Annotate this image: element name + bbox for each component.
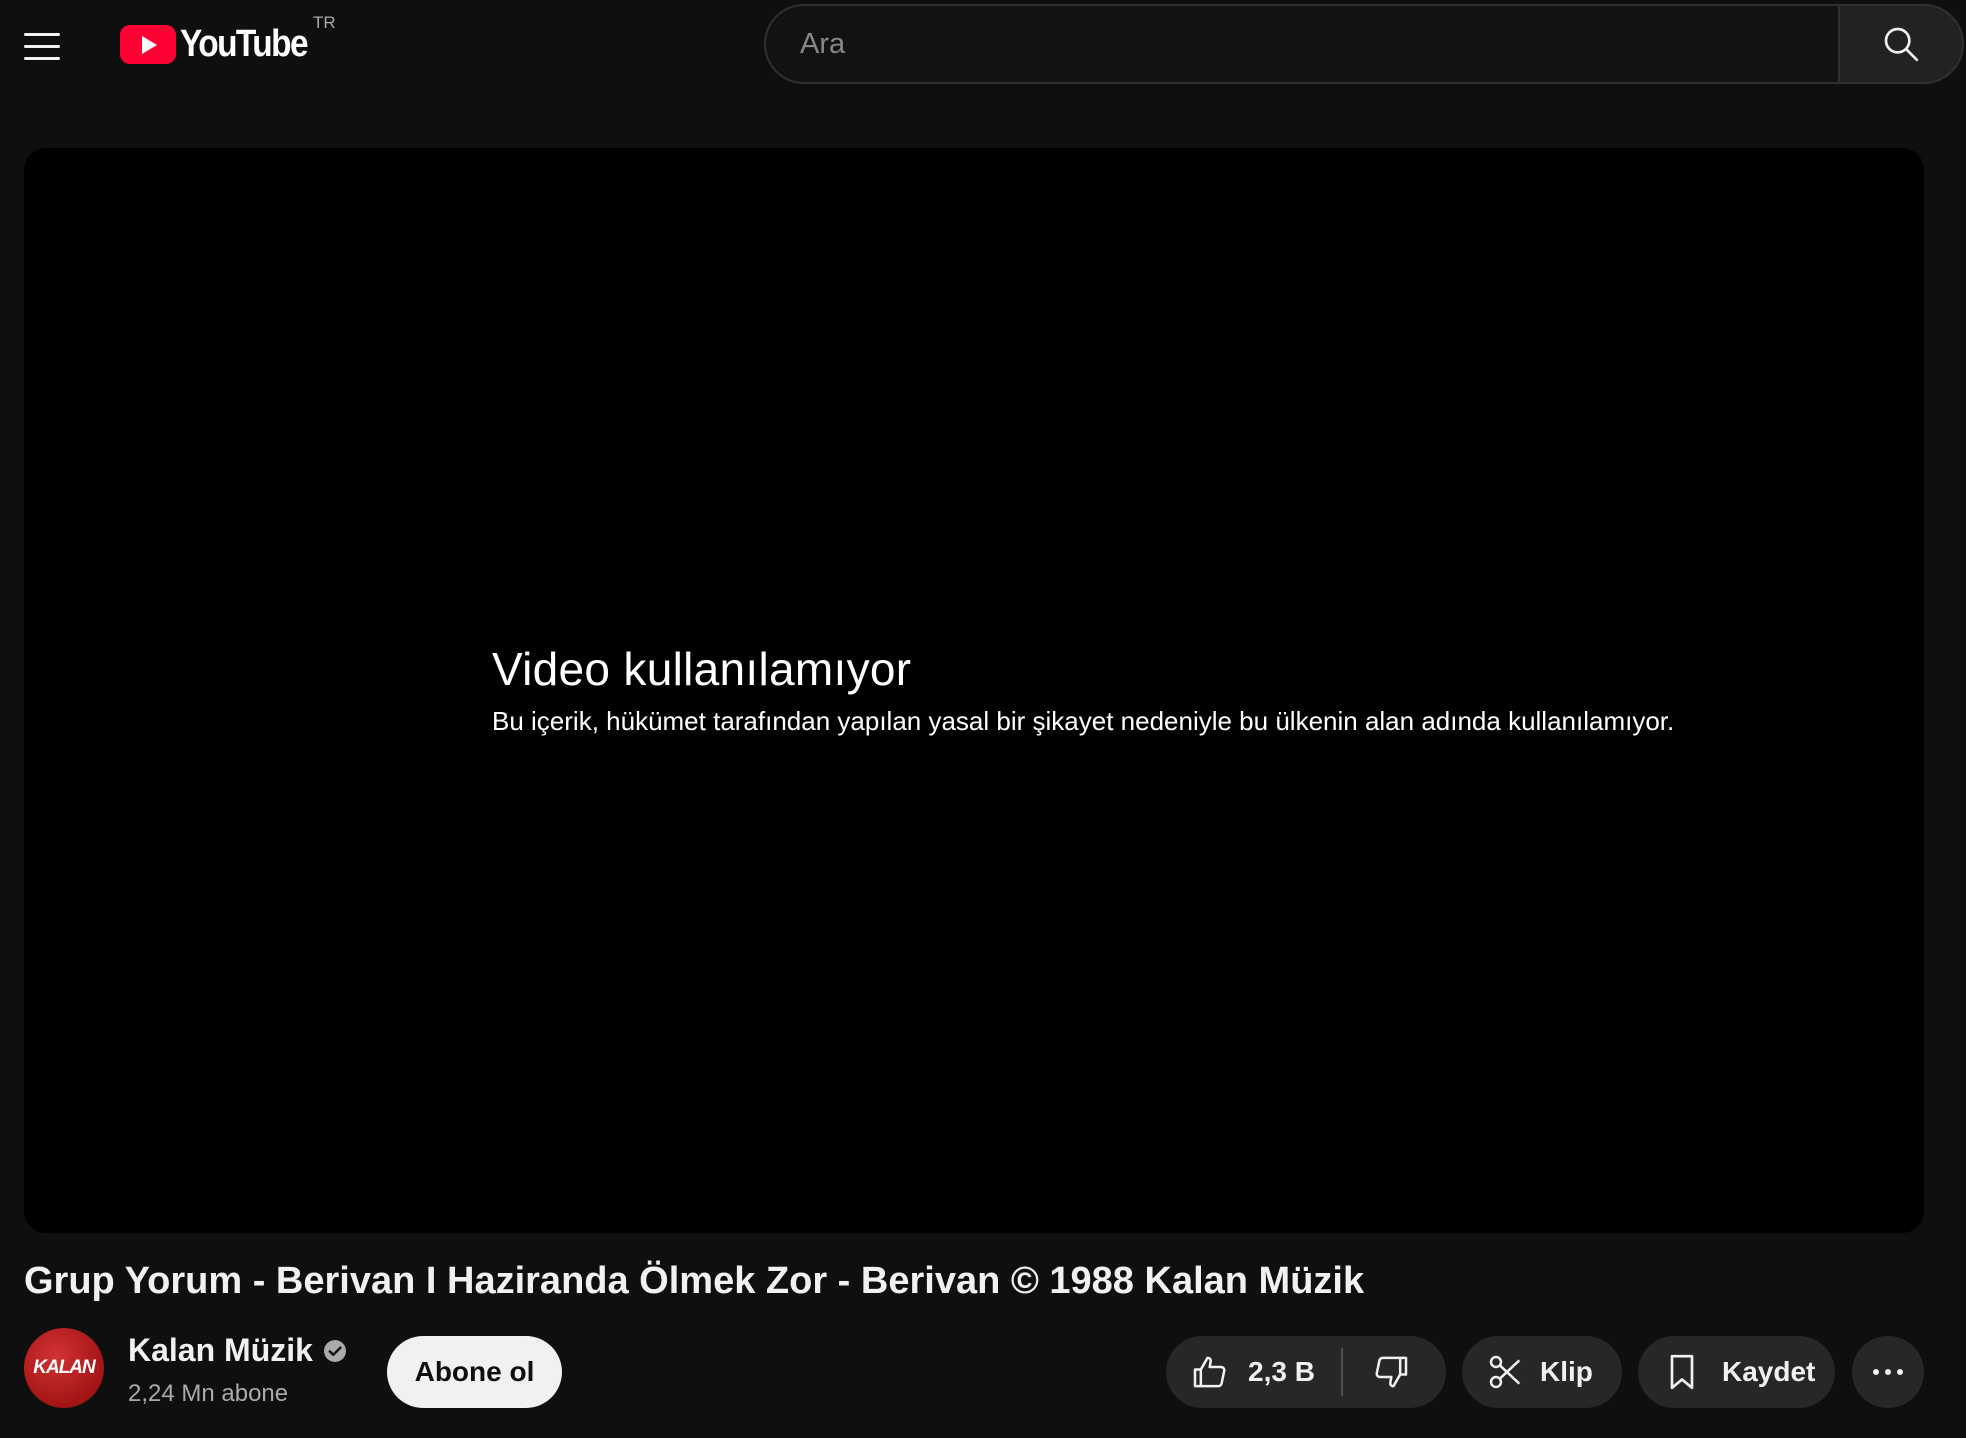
- video-title: Grup Yorum - Berivan I Haziranda Ölmek Z…: [24, 1260, 1365, 1302]
- avatar-text: KALAN: [33, 1357, 95, 1378]
- more-actions-button[interactable]: [1852, 1336, 1924, 1408]
- scissors-icon: [1489, 1355, 1521, 1389]
- like-dislike-group: 2,3 B: [1166, 1336, 1446, 1408]
- logo-wordmark: YouTube: [180, 22, 309, 65]
- youtube-play-icon: [120, 24, 176, 64]
- unavailable-title: Video kullanılamıyor: [492, 643, 912, 695]
- like-count: 2,3 B: [1248, 1356, 1315, 1387]
- unavailable-message: Bu içerik, hükümet tarafından yapılan ya…: [492, 706, 1675, 736]
- clip-label: Klip: [1540, 1356, 1593, 1387]
- bookmark-icon: [1670, 1354, 1694, 1390]
- channel-name-link[interactable]: Kalan Müzik: [128, 1332, 347, 1369]
- search-input[interactable]: [764, 4, 1838, 84]
- masthead: YouTube TR: [0, 0, 1966, 88]
- country-code: TR: [313, 13, 336, 32]
- thumbs-up-icon: [1193, 1356, 1226, 1388]
- like-button[interactable]: 2,3 B: [1166, 1336, 1341, 1408]
- unavailable-notice: Video kullanılamıyor Bu içerik, hükümet …: [492, 642, 1674, 737]
- save-button[interactable]: Kaydet: [1638, 1336, 1835, 1408]
- youtube-logo[interactable]: YouTube TR: [120, 13, 336, 68]
- verified-badge-icon: [323, 1339, 346, 1362]
- video-player[interactable]: Video kullanılamıyor Bu içerik, hükümet …: [24, 148, 1924, 1233]
- search-button[interactable]: [1838, 4, 1964, 84]
- channel-avatar[interactable]: KALAN: [24, 1328, 104, 1408]
- more-horizontal-icon: [1873, 1369, 1903, 1375]
- search-box: [764, 4, 1964, 84]
- clip-button[interactable]: Klip: [1462, 1336, 1622, 1408]
- channel-name: Kalan Müzik: [128, 1332, 313, 1368]
- search-icon: [1884, 27, 1919, 62]
- menu-icon[interactable]: [24, 22, 72, 70]
- dislike-button[interactable]: [1343, 1336, 1411, 1408]
- subscribe-button[interactable]: Abone ol: [387, 1336, 562, 1408]
- subscriber-count: 2,24 Mn abone: [128, 1380, 289, 1407]
- save-label: Kaydet: [1722, 1356, 1816, 1387]
- thumbs-down-icon: [1375, 1356, 1408, 1388]
